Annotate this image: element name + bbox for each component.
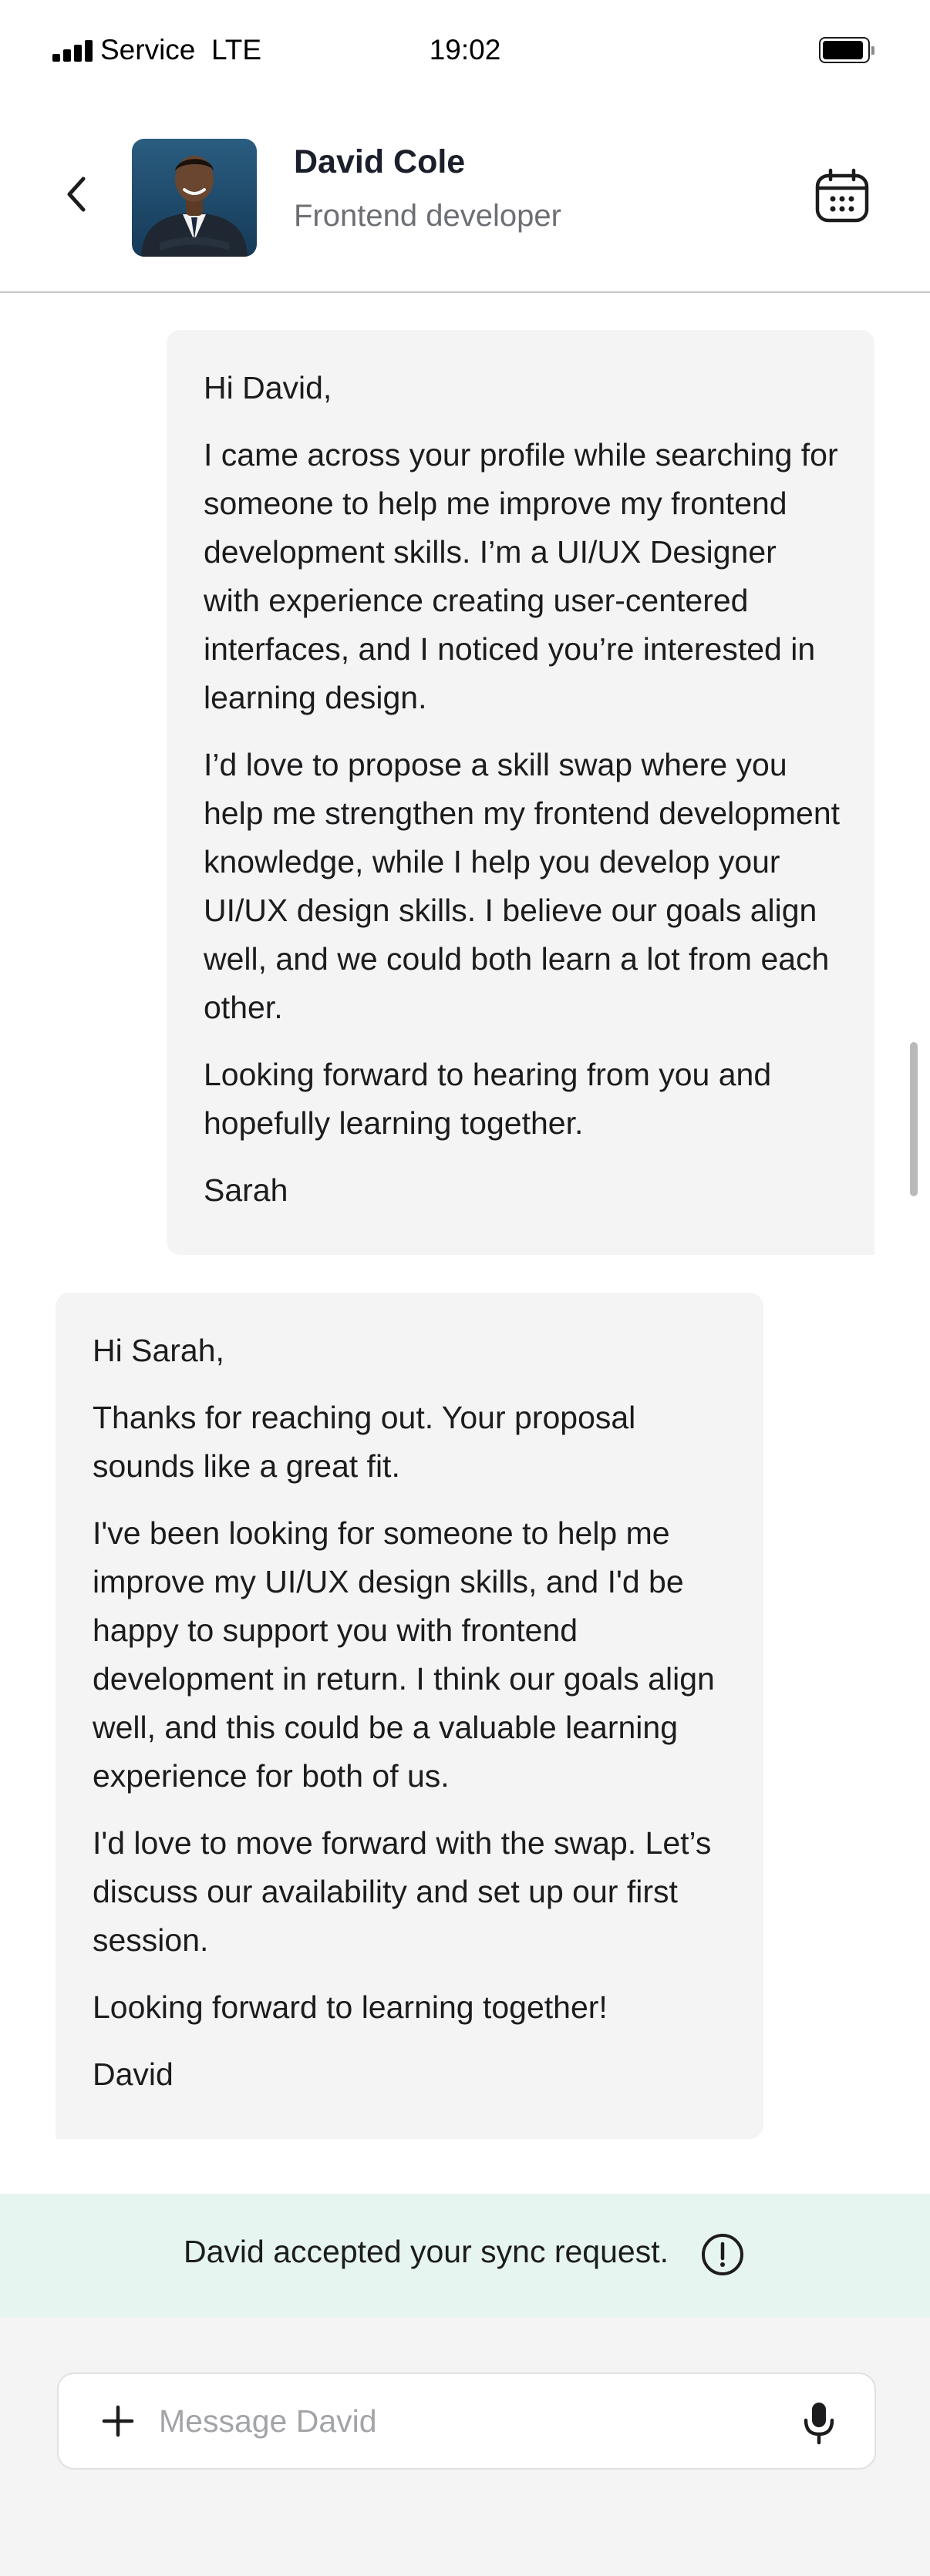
contact-name: David Cole: [294, 143, 466, 180]
status-time: 19:02: [429, 34, 501, 66]
attach-button[interactable]: [102, 2405, 134, 2437]
plus-icon: [102, 2405, 134, 2437]
message-paragraph: I came across your profile while searchi…: [204, 437, 838, 715]
chat-header: David Cole Frontend developer: [0, 100, 930, 293]
back-chevron-icon: [67, 177, 86, 212]
info-icon: [702, 2234, 743, 2275]
calendar-icon: [815, 168, 869, 223]
schedule-button[interactable]: [814, 168, 871, 224]
message-signature: David: [93, 2056, 174, 2092]
message-paragraph: Hi David,: [204, 370, 332, 405]
notice-text: David accepted your sync request.: [184, 2234, 669, 2269]
message-paragraph: Thanks for reaching out. Your proposal s…: [93, 1400, 636, 1484]
avatar[interactable]: [132, 139, 257, 257]
message-bubble-incoming[interactable]: Hi Sarah, Thanks for reaching out. Your …: [56, 1293, 763, 2139]
sync-accepted-notice: David accepted your sync request.: [0, 2194, 930, 2317]
message-input[interactable]: [159, 2374, 791, 2468]
status-bar: Service LTE 19:02: [0, 0, 930, 100]
message-paragraph: Looking forward to learning together!: [93, 1989, 608, 2025]
contact-role: Frontend developer: [294, 199, 561, 233]
message-paragraph: Looking forward to hearing from you and …: [204, 1057, 772, 1141]
message-signature: Sarah: [204, 1172, 288, 1208]
message-composer: [0, 2317, 930, 2576]
message-paragraph: I've been looking for someone to help me…: [93, 1515, 715, 1794]
microphone-icon: [804, 2403, 834, 2445]
info-button[interactable]: [700, 2232, 745, 2277]
message-input-container[interactable]: [57, 2373, 876, 2470]
message-bubble-outgoing[interactable]: Hi David, I came across your profile whi…: [167, 330, 874, 1255]
battery-icon: [819, 37, 874, 63]
message-paragraph: I'd love to move forward with the swap. …: [93, 1825, 712, 1958]
message-paragraph: Hi Sarah,: [93, 1333, 224, 1368]
message-paragraph: I’d love to propose a skill swap where y…: [204, 747, 841, 1025]
back-button[interactable]: [62, 171, 93, 217]
voice-message-button[interactable]: [799, 2400, 839, 2445]
scrollbar[interactable]: [910, 1042, 918, 1196]
